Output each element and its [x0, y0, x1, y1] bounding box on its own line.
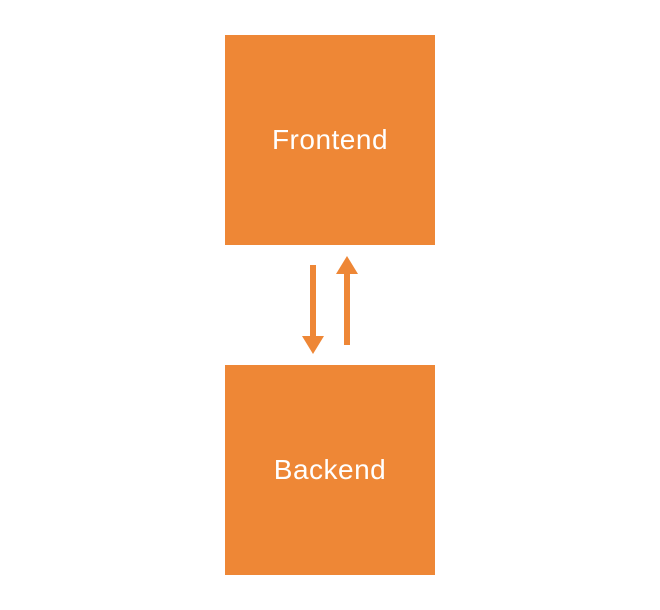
backend-label: Backend: [274, 454, 386, 486]
backend-box: Backend: [225, 365, 435, 575]
arrow-up-head: [336, 256, 358, 274]
bidirectional-arrows: [225, 245, 435, 365]
arrow-down-head: [302, 336, 324, 354]
frontend-box: Frontend: [225, 35, 435, 245]
arrow-down-shaft: [310, 265, 316, 345]
arrow-down-icon: [309, 258, 317, 352]
arrow-up-icon: [343, 258, 351, 352]
two-tier-diagram: Frontend Backend: [225, 35, 435, 575]
frontend-label: Frontend: [272, 124, 388, 156]
arrow-up-shaft: [344, 265, 350, 345]
